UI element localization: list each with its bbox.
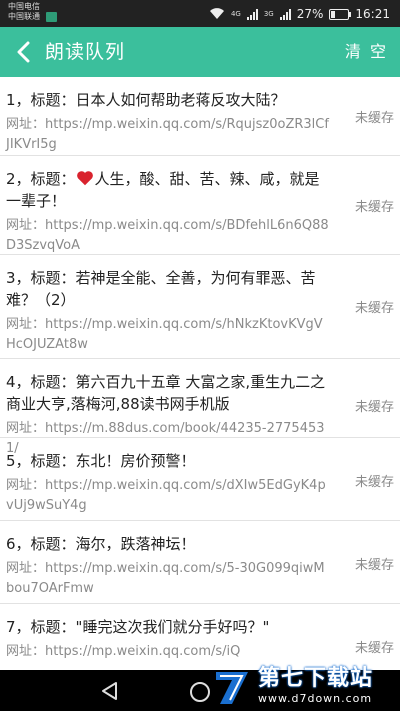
queue-item-url: 网址：https://mp.weixin.qq.com/s/iQ [6,644,241,659]
cache-status: 未缓存 [354,111,394,126]
queue-item-url: 网址：https://mp.weixin.qq.com/s/hNkzKtovKV… [6,317,323,352]
battery-icon [329,8,352,20]
status-bar: 中国电信 中国联通 4G 3G 27% 16:21 [0,0,400,27]
clear-button[interactable]: 清 空 [345,41,388,63]
cache-status: 未缓存 [354,558,394,573]
cache-status: 未缓存 [354,475,394,490]
network-indicator-2: 3G [263,9,274,18]
watermark-name: 第七下载站 [258,666,374,691]
queue-item-title: 6，标题：海尔，跌落神坛！ [6,535,196,553]
watermark-url: www.d7down.com [258,692,373,705]
queue-item[interactable]: 1，标题：日本人如何帮助老蒋反攻大陆？ 网址：https://mp.weixin… [0,77,400,156]
queue-item-title: 5，标题：东北！房价预警！ [6,452,196,470]
read-queue-list[interactable]: 1，标题：日本人如何帮助老蒋反攻大陆？ 网址：https://mp.weixin… [0,77,400,670]
chevron-left-icon [17,41,30,63]
circle-home-icon[interactable] [190,682,210,702]
cache-status: 未缓存 [354,200,394,215]
watermark-logo: 第七下载站 www.d7down.com [210,660,400,711]
clock: 16:21 [355,7,390,21]
queue-item-title: 4，标题：第六百九十五章 大富之家,重生九二之商业大亨,落梅河,88读书网手机版 [6,373,326,413]
heart-icon [76,171,93,186]
watermark-mark-icon [216,671,248,704]
carrier-info: 中国电信 中国联通 [8,2,40,22]
battery-percent: 27% [296,7,324,21]
queue-item-title: 3，标题：若神是全能、全善，为何有罪恶、苦难？（2） [6,269,316,309]
queue-item-url: 网址：https://mp.weixin.qq.com/s/BDfehlL6n6… [6,218,329,253]
app-notification-icon [46,12,57,22]
carrier-name-2: 中国联通 [8,12,40,21]
status-indicators: 4G 3G 27% 16:21 [209,5,390,23]
queue-item-title: 2，标题： 人生，酸、甜、苦、辣、咸，就是一辈子！ [6,170,320,210]
back-button[interactable] [8,36,38,68]
cache-status: 未缓存 [354,301,394,316]
queue-item-url: 网址：https://mp.weixin.qq.com/s/5-30G099qi… [6,561,325,596]
carrier-name-1: 中国电信 [8,2,40,11]
cache-status: 未缓存 [354,641,394,656]
queue-item-url: 网址：https://mp.weixin.qq.com/s/dXIw5EdGyK… [6,478,326,513]
queue-item[interactable]: 3，标题：若神是全能、全善，为何有罪恶、苦难？（2） 网址：https://mp… [0,255,400,359]
page-title: 朗读队列 [45,41,126,63]
queue-item[interactable]: 2，标题： 人生，酸、甜、苦、辣、咸，就是一辈子！ 网址：https://mp.w… [0,156,400,255]
queue-item-title: 7，标题："睡完这次我们就分手好吗？" [6,618,270,636]
network-indicator-1: 4G [230,9,241,18]
queue-item[interactable]: 5，标题：东北！房价预警！ 网址：https://mp.weixin.qq.co… [0,438,400,521]
queue-item[interactable]: 4，标题：第六百九十五章 大富之家,重生九二之商业大亨,落梅河,88读书网手机版… [0,359,400,456]
cache-status: 未缓存 [354,400,394,415]
signal-bars-icon [246,8,258,20]
queue-item-title: 1，标题：日本人如何帮助老蒋反攻大陆？ [6,91,286,109]
triangle-back-icon[interactable] [100,681,120,701]
queue-item-url: 网址：https://mp.weixin.qq.com/s/Rqujsz0oZR… [6,117,329,152]
app-header: 朗读队列 清 空 [0,27,400,77]
signal-bars-icon-2 [279,8,291,20]
queue-item[interactable]: 6，标题：海尔，跌落神坛！ 网址：https://mp.weixin.qq.co… [0,521,400,604]
wifi-icon [209,8,224,19]
